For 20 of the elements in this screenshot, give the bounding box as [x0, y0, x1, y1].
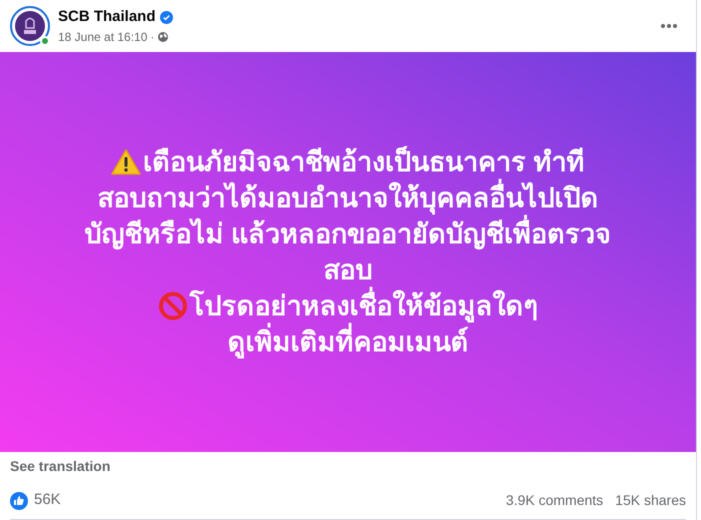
prohibited-icon	[158, 291, 188, 321]
separator: ·	[150, 29, 154, 46]
post-time[interactable]: 18 June at 16:10	[58, 28, 148, 46]
more-options-icon[interactable]	[660, 23, 678, 29]
graphic-text-line: เตือนภัยมิจฉาชีพอ้างเป็นธนาคาร ทำที	[143, 145, 585, 178]
graphic-text-line: สอบ	[324, 254, 372, 286]
like-reaction-icon[interactable]	[10, 492, 28, 510]
warning-icon	[111, 148, 142, 176]
avatar-logo-icon[interactable]	[10, 6, 50, 46]
author-name[interactable]: SCB Thailand	[58, 6, 156, 28]
graphic-text-line: โปรดอย่าหลงเชื่อให้ข้อมูลใดๆ	[190, 288, 538, 324]
graphic-text-line: บัญชีหรือไม่ แล้วหลอกขออายัดบัญชีเพื่อตรวจ	[84, 216, 612, 252]
post-graphic[interactable]: เตือนภัยมิจฉาชีพอ้างเป็นธนาคาร ทำที สอบถามว่าได้มอบอำนาจให้บุคคลอื่นไปเปิด บัญชีหรือไม่ แล้วหลอกขออายัดบัญชีเพื่อตรวจ สอบ โปรดอย่าหลงเชื่อให้ข้อมูลใดๆ ดูเพิ่มเติมที่คอมเมนต์	[0, 52, 696, 452]
globe-icon	[157, 31, 170, 44]
see-translation-link[interactable]: See translation	[10, 458, 110, 474]
graphic-text-line: สอบถามว่าได้มอบอำนาจให้บุคคลอื่นไปเปิด	[98, 180, 598, 216]
share-count[interactable]: 15K shares	[615, 490, 686, 511]
graphic-text-line: ดูเพิ่มเติมที่คอมเมนต์	[228, 324, 468, 360]
reaction-count[interactable]: 56K	[34, 489, 61, 512]
comment-count[interactable]: 3.9K comments	[506, 490, 604, 511]
